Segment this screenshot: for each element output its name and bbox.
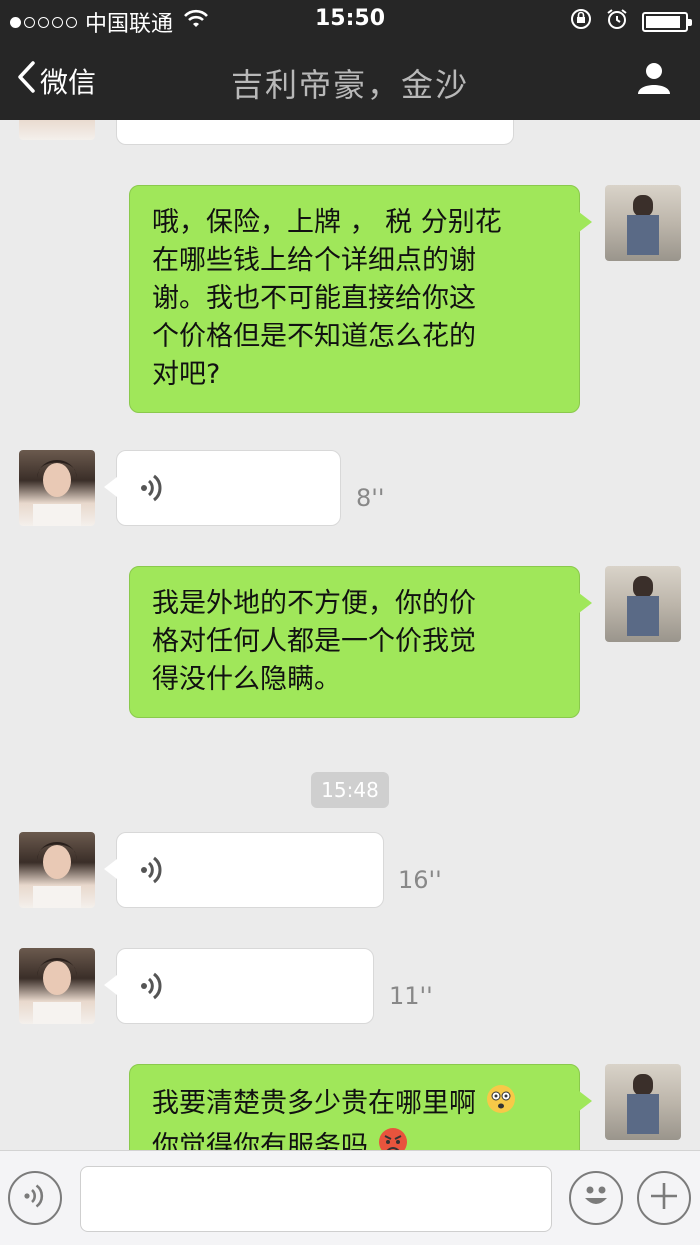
contact-avatar[interactable] <box>19 120 95 140</box>
contact-avatar[interactable] <box>19 948 95 1024</box>
message-bubble-outgoing[interactable]: 我要清楚贵多少贵在哪里啊 你觉得你有服务吗 <box>129 1064 592 1150</box>
voice-duration: 8'' <box>356 484 385 512</box>
dizzy-face-icon <box>485 1083 517 1126</box>
message-bubble-outgoing[interactable]: 我是外地的不方便，你的价 格对任何人都是一个价我觉 得没什么隐瞒。 <box>129 566 592 718</box>
plus-icon <box>648 1180 680 1216</box>
message-line: 我要清楚贵多少贵在哪里啊 <box>152 1083 557 1126</box>
message-line: 我是外地的不方便，你的价 <box>152 588 476 619</box>
contact-avatar[interactable] <box>19 832 95 908</box>
voice-duration: 16'' <box>398 866 442 894</box>
user-avatar[interactable] <box>605 185 681 261</box>
contact-avatar[interactable] <box>19 450 95 526</box>
rotation-lock-icon <box>570 8 592 36</box>
voice-message-bubble[interactable] <box>104 450 341 526</box>
voice-duration: 11'' <box>389 982 433 1010</box>
emoji-button[interactable] <box>569 1171 623 1225</box>
input-bar <box>0 1150 700 1245</box>
message-line: 个价格但是不知道怎么花的 <box>152 321 476 352</box>
message-line: 谢。我也不可能直接给你这 <box>152 283 476 314</box>
voice-icon <box>139 969 165 1014</box>
message-bubble-outgoing[interactable]: 哦，保险，上牌 ， 税 分别花 在哪些钱上给个详细点的谢 谢。我也不可能直接给你… <box>129 185 592 413</box>
voice-icon <box>139 853 165 898</box>
voice-message-bubble[interactable] <box>104 948 374 1024</box>
voice-icon <box>23 1181 47 1215</box>
message-line: 得没什么隐瞒。 <box>152 664 341 695</box>
smiley-icon <box>576 1176 616 1220</box>
message-input[interactable] <box>80 1166 552 1232</box>
message-line: 对吧? <box>152 359 221 390</box>
battery-icon <box>642 12 692 32</box>
voice-message-bubble[interactable] <box>104 832 384 908</box>
chat-title: 吉利帝豪，金沙 <box>230 66 469 104</box>
nav-bar: 微信 吉利帝豪，金沙 <box>0 40 700 120</box>
message-line: 你觉得你有服务吗 <box>152 1126 557 1150</box>
status-bar: 中国联通 15:50 <box>0 0 700 40</box>
chat-area[interactable]: 哦，保险，上牌 ， 税 分别花 在哪些钱上给个详细点的谢 谢。我也不可能直接给你… <box>0 120 700 1150</box>
voice-mode-button[interactable] <box>8 1171 62 1225</box>
more-button[interactable] <box>637 1171 691 1225</box>
person-icon[interactable] <box>636 60 672 100</box>
angry-face-icon <box>377 1126 409 1150</box>
message-line: 在哪些钱上给个详细点的谢 <box>152 245 476 276</box>
user-avatar[interactable] <box>605 1064 681 1140</box>
user-avatar[interactable] <box>605 566 681 642</box>
alarm-icon <box>606 8 628 36</box>
voice-icon <box>139 471 165 516</box>
message-line: 哦，保险，上牌 ， 税 分别花 <box>152 207 502 238</box>
message-line: 格对任何人都是一个价我觉 <box>152 626 476 657</box>
message-bubble-cropped <box>116 120 514 145</box>
time-separator: 15:48 <box>311 772 389 808</box>
